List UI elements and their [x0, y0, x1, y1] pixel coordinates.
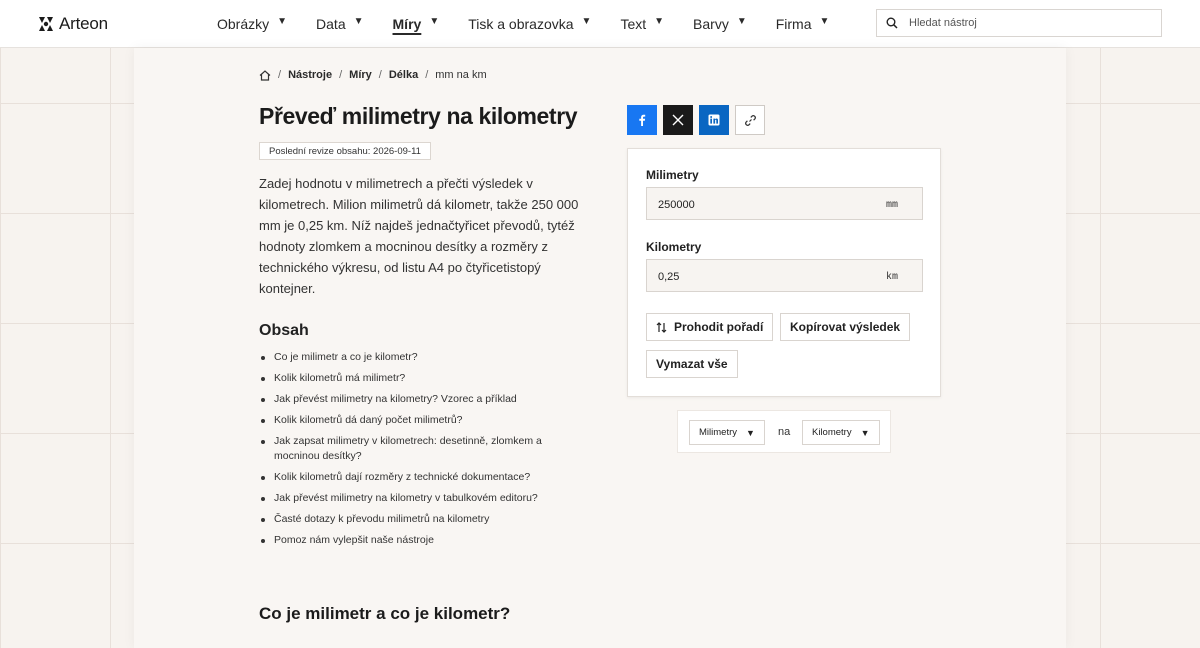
- copy-result-label: Kopírovat výsledek: [790, 320, 901, 334]
- caret-down-icon: ▼: [277, 16, 288, 27]
- toc-item[interactable]: Pomoz nám vylepšit naše nástroje: [259, 533, 589, 548]
- toc-item[interactable]: Časté dotazy k převodu milimetrů na kilo…: [259, 512, 589, 527]
- breadcrumb-item-delka[interactable]: Délka: [389, 69, 418, 81]
- caret-down-icon: ▼: [860, 427, 870, 438]
- nav-item-label: Text: [620, 15, 647, 32]
- caret-down-icon: ▼: [429, 16, 440, 27]
- nav-item-tisk-a-obrazovka[interactable]: Tisk a obrazovka ▼: [468, 16, 591, 32]
- breadcrumb-item-current: mm na km: [435, 69, 487, 81]
- toc-item[interactable]: Kolik kilometrů má milimetr?: [259, 371, 589, 386]
- caret-down-icon: ▼: [353, 16, 364, 27]
- nav-item-label: Firma: [775, 15, 812, 32]
- nav-item-label: Míry: [392, 15, 422, 32]
- linkedin-icon: [708, 114, 720, 126]
- nav-item-label: Tisk a obrazovka: [468, 15, 574, 32]
- toc-item[interactable]: Jak zapsat milimetry v kilometrech: dese…: [259, 434, 589, 464]
- nav-item-data[interactable]: Data ▼: [316, 16, 363, 32]
- from-unit-select-value: Milimetry: [699, 427, 737, 438]
- to-field[interactable]: km: [646, 259, 923, 293]
- toc-heading: Obsah: [259, 322, 309, 339]
- from-field[interactable]: mm: [646, 187, 923, 221]
- to-unit: km: [885, 272, 898, 283]
- to-field-label: Kilometry: [646, 240, 702, 254]
- copy-result-button[interactable]: Kopírovat výsledek: [780, 313, 911, 341]
- page-title: Převeď milimetry na kilometry: [259, 103, 578, 129]
- breadcrumb-item-miry[interactable]: Míry: [349, 69, 372, 81]
- swap-icon: [656, 321, 667, 333]
- to-unit-select[interactable]: Kilometry ▼: [802, 420, 880, 445]
- from-unit: mm: [885, 200, 898, 211]
- share-linkedin-button[interactable]: [699, 105, 729, 135]
- nav-item-label: Data: [316, 15, 346, 32]
- converter-card: Milimetry mm Kilometry km Prohodit pořad…: [627, 148, 941, 397]
- logo-icon: [39, 17, 53, 31]
- link-icon: [744, 114, 756, 126]
- section-heading: Co je milimetr a co je kilometr?: [259, 604, 511, 623]
- breadcrumb-separator: /: [425, 69, 429, 81]
- from-unit-select[interactable]: Milimetry ▼: [689, 420, 765, 445]
- swap-button[interactable]: Prohodit pořadí: [646, 313, 774, 341]
- swap-button-label: Prohodit pořadí: [674, 320, 764, 334]
- search-input[interactable]: [907, 16, 1151, 30]
- revision-badge: Poslední revize obsahu: 2026-09-11: [259, 142, 431, 160]
- millimeters-input[interactable]: [656, 188, 880, 221]
- toc-item[interactable]: Kolik kilometrů dá daný počet milimetrů?: [259, 413, 589, 428]
- caret-down-icon: ▼: [819, 16, 830, 27]
- table-of-contents: Co je milimetr a co je kilometr? Kolik k…: [259, 350, 589, 554]
- caret-down-icon: ▼: [654, 16, 665, 27]
- intro-paragraph: Zadej hodnotu v milimetrech a přečti výs…: [259, 176, 579, 296]
- search-icon: [886, 17, 898, 29]
- x-icon: [672, 114, 684, 126]
- nav-item-label: Barvy: [693, 15, 729, 32]
- clear-all-label: Vymazat vše: [656, 357, 728, 371]
- unit-selector-bar: Milimetry ▼ na Kilometry ▼: [677, 410, 891, 453]
- from-field-label: Milimetry: [646, 168, 699, 182]
- caret-down-icon: ▼: [736, 16, 747, 27]
- breadcrumb-separator: /: [278, 69, 282, 81]
- main-nav: Obrázky ▼ Data ▼ Míry ▼ Tisk a obrazovka…: [217, 0, 858, 47]
- toc-item[interactable]: Co je milimetr a co je kilometr?: [259, 350, 589, 365]
- toc-item[interactable]: Jak převést milimetry na kilometry v tab…: [259, 491, 589, 506]
- clear-all-button[interactable]: Vymazat vše: [646, 350, 738, 378]
- to-unit-select-value: Kilometry: [812, 427, 852, 438]
- breadcrumb: / Nástroje / Míry / Délka / mm na km: [259, 69, 487, 81]
- toc-item[interactable]: Kolik kilometrů dají rozměry z technické…: [259, 470, 589, 485]
- top-navigation-bar: Arteon Obrázky ▼ Data ▼ Míry ▼ Tisk a ob…: [0, 0, 1200, 48]
- nav-item-label: Obrázky: [217, 15, 270, 32]
- breadcrumb-separator: /: [339, 69, 343, 81]
- breadcrumb-item-nastroje[interactable]: Nástroje: [288, 69, 332, 81]
- facebook-icon: [639, 114, 646, 126]
- brand-name: Arteon: [59, 14, 108, 33]
- search-box[interactable]: [876, 9, 1162, 37]
- share-x-button[interactable]: [663, 105, 693, 135]
- kilometers-input[interactable]: [656, 260, 880, 293]
- brand-logo[interactable]: Arteon: [38, 14, 108, 34]
- nav-item-text[interactable]: Text ▼: [620, 16, 664, 32]
- caret-down-icon: ▼: [746, 427, 755, 438]
- share-facebook-button[interactable]: [627, 105, 657, 135]
- breadcrumb-separator: /: [378, 69, 382, 81]
- caret-down-icon: ▼: [581, 16, 592, 27]
- nav-item-barvy[interactable]: Barvy ▼: [693, 16, 747, 32]
- share-buttons: [627, 105, 765, 135]
- nav-item-firma[interactable]: Firma ▼: [776, 16, 830, 32]
- home-icon[interactable]: [259, 69, 271, 81]
- copy-link-button[interactable]: [735, 105, 765, 135]
- nav-item-miry[interactable]: Míry ▼: [393, 16, 440, 32]
- nav-item-obrazky[interactable]: Obrázky ▼: [217, 16, 287, 32]
- unit-joiner: na: [778, 426, 791, 438]
- toc-item[interactable]: Jak převést milimetry na kilometry? Vzor…: [259, 392, 589, 407]
